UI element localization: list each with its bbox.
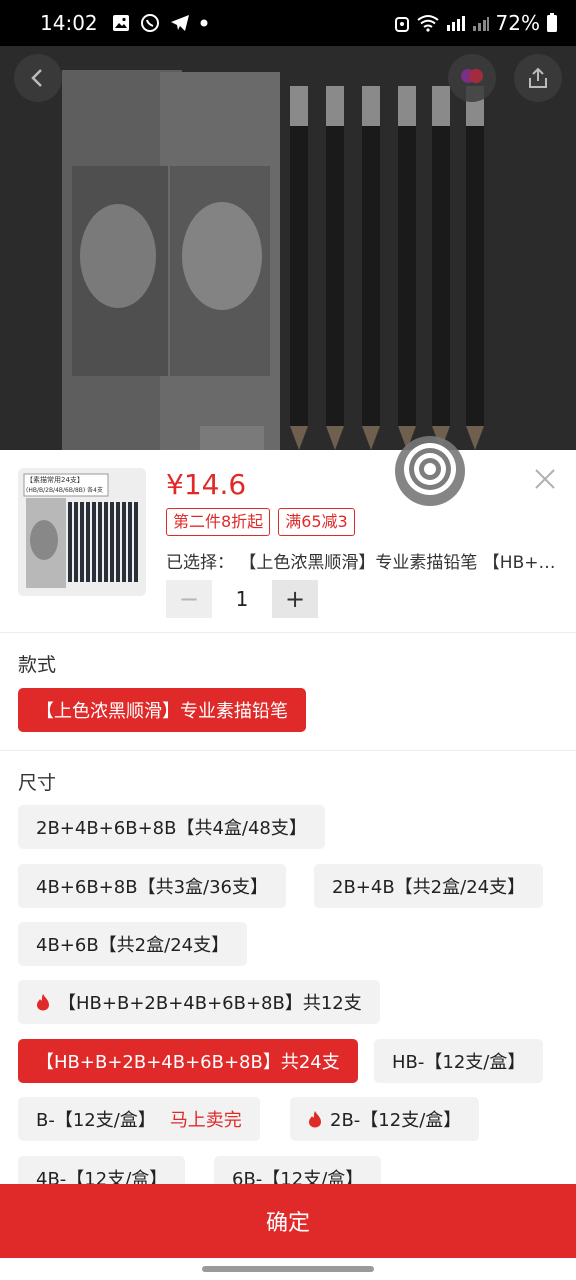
selected-summary: 已选择： 【上色浓黑顺滑】专业素描铅笔 【HB+B+2B+4B+6B+8B】共2… bbox=[166, 548, 562, 573]
promo-tag: 第二件8折起 bbox=[166, 508, 271, 536]
size-option[interactable]: 【HB+B+2B+4B+6B+8B】共12支 bbox=[18, 980, 380, 1024]
size-option-label: 2B-【12支/盒】 bbox=[330, 1110, 462, 1131]
increase-button[interactable]: + bbox=[272, 580, 318, 618]
promo-tags: 第二件8折起 满65减3 bbox=[166, 508, 355, 536]
size-option-label: 2B+4B【共2盒/24支】 bbox=[332, 877, 526, 898]
favorite-button[interactable] bbox=[448, 54, 496, 102]
battery-icon bbox=[546, 13, 558, 33]
size-section-title: 尺寸 bbox=[18, 772, 57, 794]
share-icon bbox=[526, 66, 550, 90]
confirm-button[interactable]: 确定 bbox=[0, 1184, 576, 1258]
close-icon bbox=[534, 468, 556, 494]
selected-prefix: 已选择： bbox=[166, 553, 234, 573]
style-section-title: 款式 bbox=[18, 654, 57, 676]
quantity-value[interactable]: 1 bbox=[212, 587, 272, 611]
status-time: 14:02 bbox=[40, 11, 98, 35]
size-option-label: 4B+6B+8B【共3盒/36支】 bbox=[36, 877, 268, 898]
size-option[interactable]: B-【12支/盒】 马上卖完 bbox=[18, 1097, 260, 1141]
size-option[interactable]: 2B-【12支/盒】 bbox=[290, 1097, 480, 1141]
selling-out-note: 马上卖完 bbox=[169, 1110, 242, 1131]
signal-2-icon bbox=[472, 14, 490, 32]
back-icon bbox=[27, 67, 49, 89]
size-option[interactable]: 2B+4B【共2盒/24支】 bbox=[314, 864, 544, 908]
size-option[interactable]: HB-【12支/盒】 bbox=[374, 1039, 544, 1083]
size-option-selected[interactable]: 【HB+B+2B+4B+6B+8B】共24支 bbox=[18, 1039, 358, 1083]
share-button[interactable] bbox=[514, 54, 562, 102]
product-image[interactable] bbox=[0, 46, 576, 450]
thumbnail-sublabel: (HB/B/2B/4B/6B/8B) 各4支 bbox=[26, 487, 103, 494]
alarm-icon bbox=[394, 14, 410, 32]
style-option[interactable]: 【上色浓黑顺滑】专业素描铅笔 bbox=[18, 688, 306, 732]
price: ¥14.6 bbox=[166, 468, 247, 501]
size-option[interactable]: 2B+4B+6B+8B【共4盒/48支】 bbox=[18, 805, 325, 849]
battery-percent: 72% bbox=[495, 11, 540, 35]
size-option-label: 【HB+B+2B+4B+6B+8B】共12支 bbox=[58, 993, 362, 1014]
promo-tag: 满65减3 bbox=[278, 508, 355, 536]
size-option[interactable]: 4B+6B+8B【共3盒/36支】 bbox=[18, 864, 286, 908]
status-bar: 14:02 72% bbox=[0, 0, 576, 46]
gesture-nav-area bbox=[0, 1258, 576, 1280]
size-option[interactable]: 4B+6B【共2盒/24支】 bbox=[18, 922, 248, 966]
size-option-label: 4B+6B【共2盒/24支】 bbox=[36, 935, 230, 956]
flame-icon bbox=[36, 993, 50, 1011]
size-option-label: HB-【12支/盒】 bbox=[392, 1052, 526, 1073]
gallery-icon bbox=[112, 14, 130, 32]
quantity-stepper: − 1 + bbox=[166, 580, 318, 618]
telegram-icon bbox=[170, 14, 190, 32]
floating-assist-button[interactable] bbox=[395, 436, 465, 506]
notification-dot-icon bbox=[200, 19, 208, 27]
decrease-button[interactable]: − bbox=[166, 580, 212, 618]
divider bbox=[0, 632, 576, 633]
size-option-label: B-【12支/盒】 bbox=[36, 1110, 156, 1131]
thumbnail-label: 【素描常用24支】 bbox=[26, 476, 84, 484]
size-option-label: 【HB+B+2B+4B+6B+8B】共24支 bbox=[36, 1052, 340, 1073]
size-option-label: 2B+4B+6B+8B【共4盒/48支】 bbox=[36, 818, 307, 839]
close-button[interactable] bbox=[530, 466, 560, 496]
target-icon bbox=[400, 439, 460, 503]
whatsapp-icon bbox=[140, 13, 160, 33]
back-button[interactable] bbox=[14, 54, 62, 102]
selected-value: 【上色浓黑顺滑】专业素描铅笔 【HB+B+2B+4B+6B+8B】共24支 bbox=[239, 553, 562, 573]
product-thumbnail[interactable]: 【素描常用24支】 (HB/B/2B/4B/6B/8B) 各4支 bbox=[18, 468, 146, 596]
signal-icon bbox=[446, 14, 466, 32]
divider bbox=[0, 750, 576, 751]
home-indicator[interactable] bbox=[202, 1266, 374, 1272]
wifi-icon bbox=[416, 14, 440, 32]
flame-icon bbox=[308, 1110, 322, 1128]
heart-icon bbox=[459, 67, 485, 89]
sku-selector-sheet: 【素描常用24支】 (HB/B/2B/4B/6B/8B) 各4支 ¥14.6 第… bbox=[0, 450, 576, 1280]
